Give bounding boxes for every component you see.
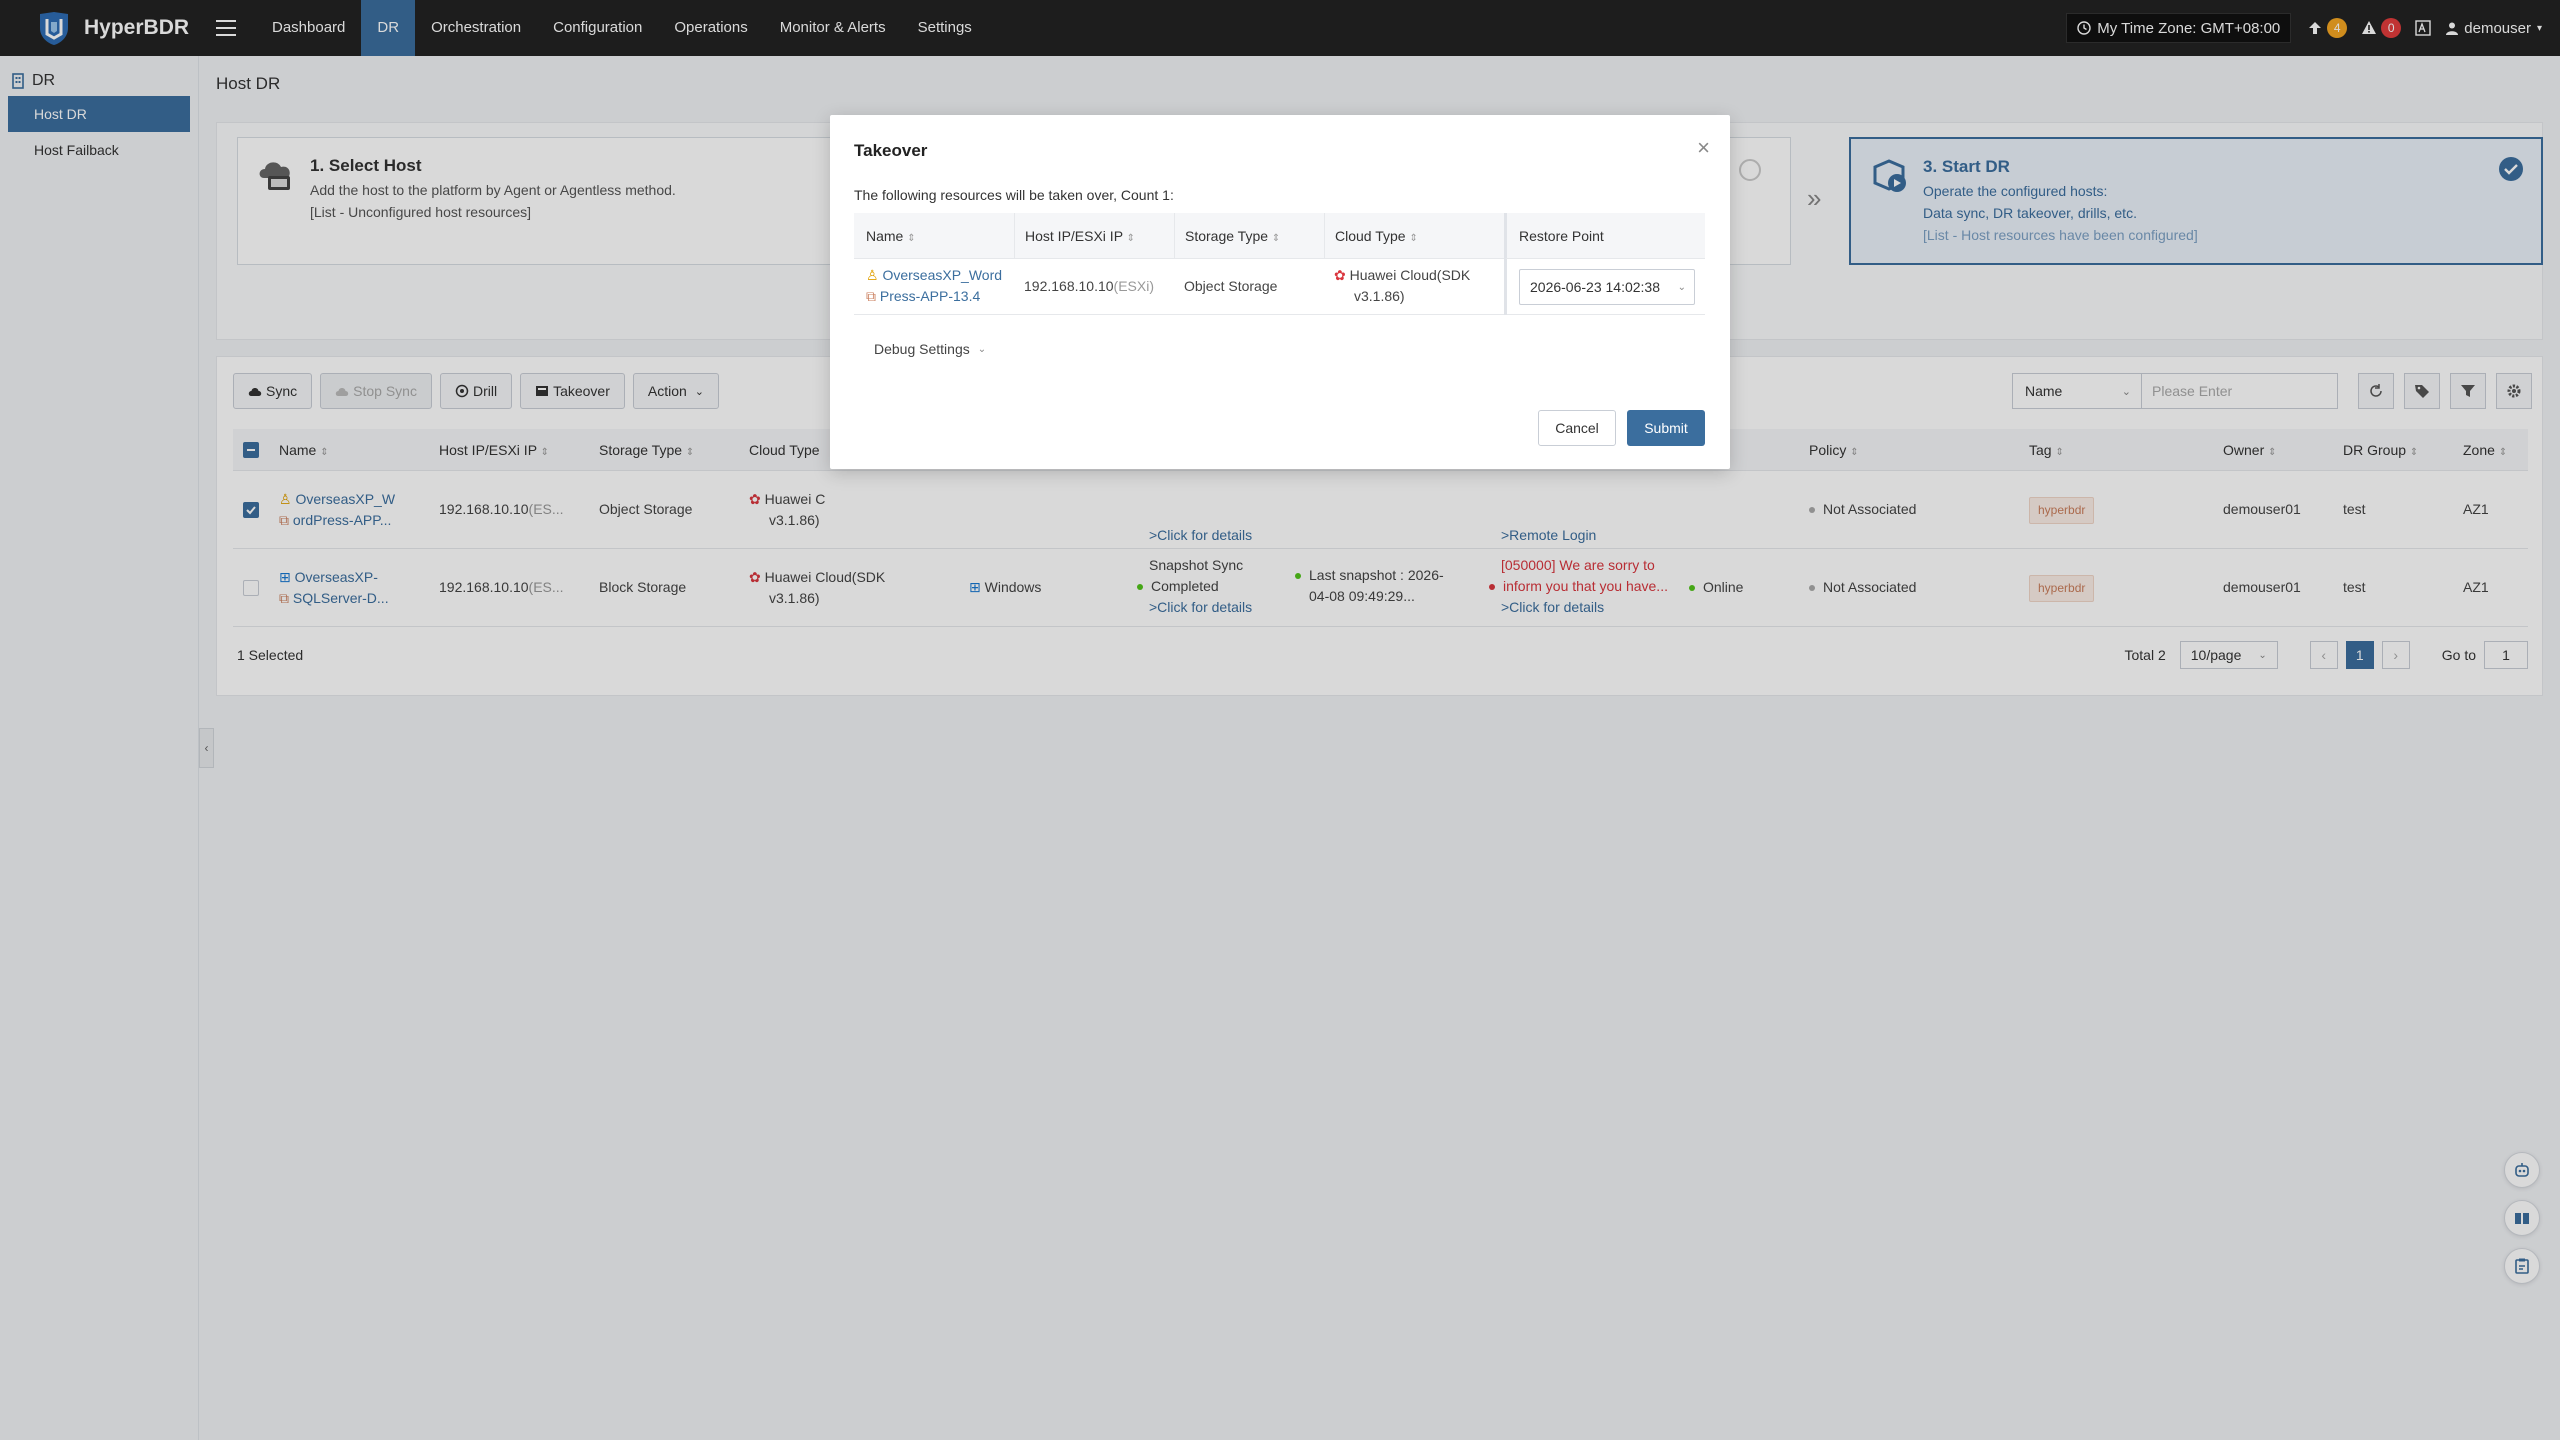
col-ip[interactable]: Host IP/ESXi IP ⇕ bbox=[1014, 213, 1174, 259]
cancel-button[interactable]: Cancel bbox=[1538, 410, 1616, 446]
col-cloud[interactable]: Cloud Type ⇕ bbox=[1324, 213, 1504, 259]
col-restore-point: Restore Point bbox=[1504, 213, 1705, 259]
host-name-cell[interactable]: ♙ OverseasXP_Word ⧉ Press-APP-13.4 bbox=[866, 265, 1002, 307]
col-name[interactable]: Name ⇕ bbox=[854, 213, 1014, 259]
chevron-down-icon: ⌄ bbox=[1677, 281, 1686, 293]
vm-icon: ⧉ bbox=[866, 288, 876, 304]
submit-button[interactable]: Submit bbox=[1627, 410, 1705, 446]
huawei-icon: ✿ bbox=[1334, 267, 1346, 283]
col-storage[interactable]: Storage Type ⇕ bbox=[1174, 213, 1324, 259]
dialog-title: Takeover bbox=[854, 141, 928, 160]
restore-point-cell: 2026-06-23 14:02:38 ⌄ bbox=[1504, 259, 1705, 315]
storage-cell: Object Storage bbox=[1184, 278, 1278, 294]
table-row: ♙ OverseasXP_Word ⧉ Press-APP-13.4 192.1… bbox=[854, 259, 1705, 315]
debug-settings-label: Debug Settings bbox=[874, 341, 970, 357]
cloud-cell: ✿ Huawei Cloud(SDK v3.1.86) bbox=[1334, 267, 1471, 304]
takeover-dialog: Takeover × The following resources will … bbox=[830, 115, 1730, 469]
chevron-down-icon: ⌄ bbox=[977, 343, 987, 355]
debug-settings-toggle[interactable]: Debug Settings ⌄ bbox=[874, 341, 986, 357]
dialog-description: The following resources will be taken ov… bbox=[854, 187, 1174, 203]
linux-icon: ♙ bbox=[866, 267, 879, 283]
close-icon[interactable]: × bbox=[1697, 135, 1710, 161]
restore-point-select[interactable]: 2026-06-23 14:02:38 ⌄ bbox=[1519, 269, 1695, 305]
ip-cell: 192.168.10.10(ESXi) bbox=[1024, 278, 1154, 294]
